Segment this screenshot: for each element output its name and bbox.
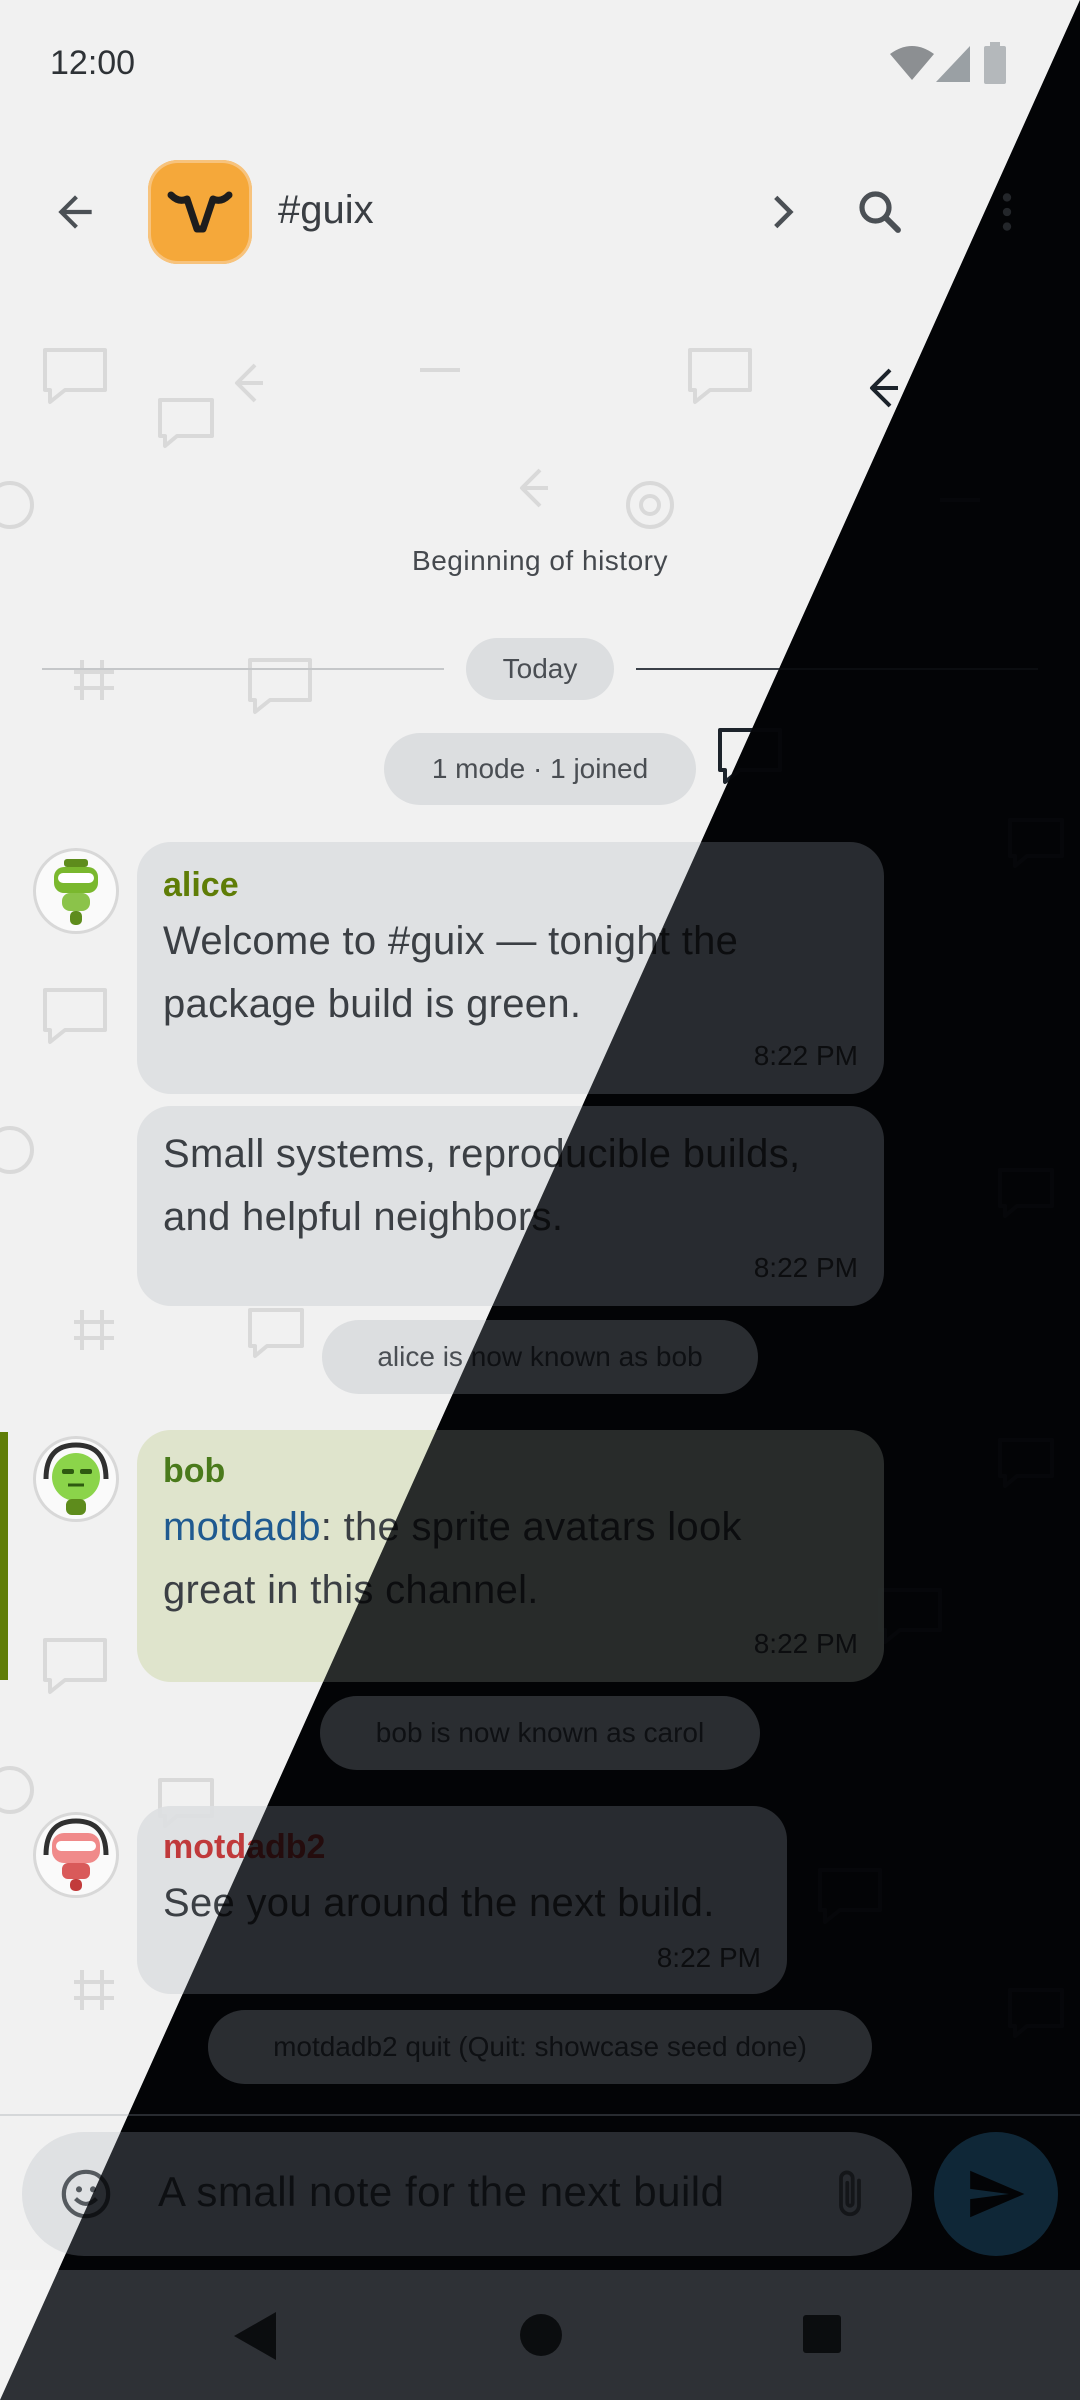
nav-recents-icon[interactable] (802, 2314, 842, 2354)
composer-divider (0, 2114, 1080, 2116)
channel-logo-icon (167, 191, 233, 233)
message-nick[interactable]: alice (163, 866, 239, 905)
send-button[interactable] (934, 2132, 1058, 2256)
message-timestamp: 8:22 PM (753, 1628, 858, 1659)
message-bubble-motdadb2[interactable]: motdadb2 See you around the next build. … (137, 1806, 787, 1994)
message-bubble-alice-2[interactable]: Small systems, reproducible builds, and … (137, 1106, 884, 1306)
chat-screen: 12:00 #guix Beginning of history Today 1… (0, 0, 1080, 2400)
channel-avatar[interactable] (148, 160, 252, 264)
nav-back-icon[interactable] (232, 2310, 278, 2362)
emoji-button[interactable] (36, 2144, 136, 2244)
message-composer: A small note for the next build (22, 2132, 912, 2256)
event-rename-alice[interactable]: alice is now known as bob (322, 1320, 758, 1394)
battery-icon (984, 42, 1006, 84)
message-nick[interactable]: motdadb2 (163, 1828, 325, 1867)
message-bubble-bob[interactable]: bob motdadb: the sprite avatars look gre… (137, 1430, 884, 1682)
channel-title[interactable]: #guix (278, 188, 374, 233)
avatar-motdadb2[interactable] (33, 1812, 119, 1898)
status-time: 12:00 (50, 44, 136, 82)
message-text: Welcome to #guix — tonight the package b… (163, 919, 739, 1026)
message-nick[interactable]: bob (163, 1452, 225, 1491)
divider-line-right (636, 668, 1038, 670)
back-button[interactable] (25, 162, 125, 262)
emoji-icon (61, 2169, 111, 2219)
message-input[interactable]: A small note for the next build (158, 2168, 724, 2216)
message-timestamp: 8:22 PM (656, 1942, 761, 1973)
mention-nick[interactable]: motdadb (163, 1505, 321, 1549)
send-icon (970, 2170, 1025, 2218)
app-bar: #guix (0, 130, 1080, 295)
message-text: See you around the next build. (163, 1881, 715, 1925)
event-quit[interactable]: motdadb2 quit (Quit: showcase seed done) (208, 2010, 872, 2084)
message-timestamp: 8:22 PM (753, 1040, 858, 1071)
beginning-of-history-label: Beginning of history (412, 545, 668, 576)
nav-home-icon[interactable] (518, 2312, 564, 2358)
attach-button[interactable] (800, 2144, 900, 2244)
mention-highlight-bar (0, 1432, 8, 1680)
message-text: Small systems, reproducible builds, and … (163, 1132, 801, 1239)
event-mode-joined[interactable]: 1 mode · 1 joined (384, 733, 696, 805)
event-rename-bob[interactable]: bob is now known as carol (320, 1696, 760, 1770)
date-divider: Today (466, 638, 614, 700)
message-bubble-alice-1[interactable]: alice Welcome to #guix — tonight the pac… (137, 842, 884, 1094)
status-bar: 12:00 (0, 0, 1080, 130)
divider-line-left (42, 668, 444, 670)
signal-icon (936, 46, 970, 82)
chevron-right-icon (774, 195, 794, 229)
alien-avatar-icon (43, 1442, 109, 1515)
search-button[interactable] (830, 162, 930, 262)
robot-avatar-icon (43, 1818, 109, 1891)
robot-avatar-icon (54, 859, 98, 925)
forward-button[interactable] (732, 162, 832, 262)
more-options-button[interactable] (957, 162, 1057, 262)
arrow-left-icon (58, 195, 92, 229)
more-vert-icon (1002, 193, 1012, 231)
message-text-container: motdadb: the sprite avatars look great i… (163, 1496, 843, 1622)
message-timestamp: 8:22 PM (753, 1252, 858, 1283)
search-icon (859, 191, 901, 233)
paperclip-icon (839, 2170, 861, 2217)
avatar-alice[interactable] (33, 848, 119, 934)
avatar-bob[interactable] (33, 1436, 119, 1522)
wifi-icon (890, 46, 934, 80)
